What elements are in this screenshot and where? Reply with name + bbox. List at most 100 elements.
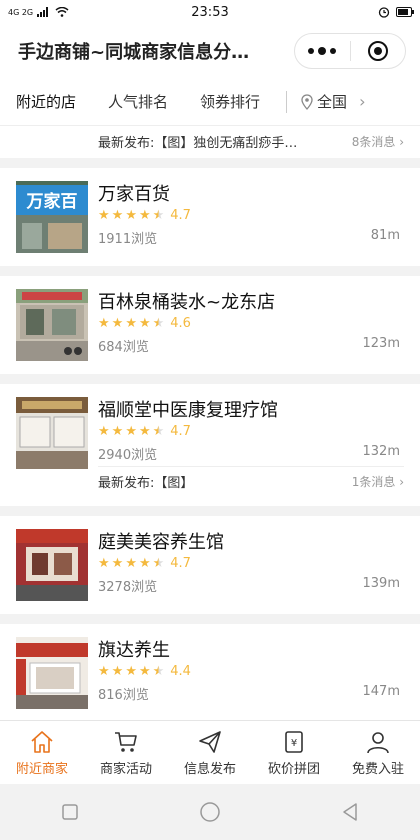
shop-image bbox=[16, 289, 88, 361]
tab-popularity[interactable]: 人气排名 bbox=[92, 91, 184, 112]
view-count: 3278浏览 bbox=[98, 580, 158, 595]
wifi-icon bbox=[55, 7, 69, 17]
distance: 139m bbox=[362, 576, 400, 591]
view-count: 1911浏览 bbox=[98, 232, 158, 247]
nav-group-bargain[interactable]: ¥ 砍价拼团 bbox=[252, 721, 336, 784]
signal-icon bbox=[37, 7, 49, 17]
tab-coupons[interactable]: 领券排行 bbox=[184, 91, 276, 112]
tab-nearby[interactable]: 附近的店 bbox=[0, 91, 92, 112]
back-button[interactable] bbox=[339, 801, 361, 823]
star-icon: ★ bbox=[98, 208, 110, 223]
distance: 132m bbox=[362, 444, 400, 459]
distance: 81m bbox=[370, 228, 400, 243]
nav-label: 附近商家 bbox=[15, 761, 68, 777]
shop-image bbox=[16, 637, 88, 709]
half-star-icon: ★ bbox=[152, 316, 165, 331]
more-dot-icon bbox=[318, 47, 327, 55]
title-bar: 手边商铺~同城商家信息分… bbox=[0, 24, 420, 78]
view-count: 684浏览 bbox=[98, 340, 149, 355]
star-icon: ★ bbox=[98, 556, 110, 571]
home-button[interactable] bbox=[199, 801, 221, 823]
page-title: 手边商铺~同城商家信息分… bbox=[18, 42, 250, 63]
chevron-right-icon[interactable]: › bbox=[359, 92, 365, 111]
star-icon: ★ bbox=[138, 424, 151, 439]
star-icon: ★ bbox=[98, 316, 110, 331]
home-icon bbox=[31, 730, 53, 753]
coupon-icon: ¥ bbox=[285, 730, 303, 753]
rating-value: 4.7 bbox=[170, 208, 191, 223]
shop-card[interactable]: 百林泉桶装水~龙东店 ★ ★ ★ ★ ★ 4.6 684浏览 123m bbox=[0, 276, 420, 374]
filter-tabs: 附近的店 人气排名 领券排行 全国 › bbox=[0, 78, 420, 126]
star-icon: ★ bbox=[125, 556, 137, 571]
star-icon: ★ bbox=[111, 664, 124, 679]
shop-card[interactable]: 庭美美容养生馆 ★ ★ ★ ★ ★ 4.7 3278浏览 139m bbox=[0, 516, 420, 614]
news-row[interactable]: 最新发布:【图】独创无痛刮痧手… 8条消息 › bbox=[98, 126, 404, 156]
rating-stars: ★ ★ ★ ★ ★ 4.7 bbox=[98, 556, 191, 571]
half-star-icon: ★ bbox=[152, 208, 165, 223]
shop-card[interactable]: 旗达养生 ★ ★ ★ ★ ★ 4.4 816浏览 147m bbox=[0, 624, 420, 720]
nav-shop-activities[interactable]: 商家活动 bbox=[84, 721, 168, 784]
star-icon: ★ bbox=[138, 664, 151, 679]
star-icon: ★ bbox=[125, 208, 137, 223]
region-selector[interactable]: 全国 bbox=[301, 91, 347, 112]
chevron-right-icon: › bbox=[399, 475, 404, 489]
star-icon: ★ bbox=[111, 316, 124, 331]
rating-stars: ★ ★ ★ ★ ★ 4.7 bbox=[98, 208, 191, 223]
rating-stars: ★ ★ ★ ★ ★ 4.6 bbox=[98, 316, 191, 331]
chevron-right-icon: › bbox=[399, 134, 404, 149]
distance: 147m bbox=[362, 684, 400, 699]
half-star-icon: ★ bbox=[152, 664, 165, 679]
mini-program-capsule bbox=[294, 33, 406, 69]
shop-name: 万家百货 bbox=[98, 184, 170, 205]
view-count: 816浏览 bbox=[98, 688, 149, 703]
nav-free-join[interactable]: 免费入驻 bbox=[336, 721, 420, 784]
tab-divider bbox=[286, 90, 288, 113]
more-dot-icon bbox=[308, 48, 315, 54]
star-icon: ★ bbox=[125, 664, 137, 679]
shop-card[interactable]: 福顺堂中医康复理疗馆 ★ ★ ★ ★ ★ 4.7 2940浏览 132m 最新发布:【图… bbox=[0, 384, 420, 506]
star-icon: ★ bbox=[111, 208, 124, 223]
more-button[interactable] bbox=[295, 47, 350, 55]
news-label: 最新发布:【图】独创无痛刮痧手… bbox=[98, 135, 298, 151]
shop-card[interactable]: 万家百 万家百货 ★ ★ ★ ★ ★ 4.7 1911浏览 81m bbox=[0, 168, 420, 266]
signal-indicators: 4G 2G bbox=[8, 7, 69, 17]
nav-label: 免费入驻 bbox=[351, 761, 404, 777]
news-row[interactable]: 最新发布:【图】 1条消息 › bbox=[98, 466, 404, 496]
view-count: 2940浏览 bbox=[98, 448, 158, 463]
shop-name: 旗达养生 bbox=[98, 640, 170, 661]
star-icon: ★ bbox=[138, 556, 151, 571]
close-button[interactable] bbox=[351, 41, 406, 61]
shop-image bbox=[16, 397, 88, 469]
star-icon: ★ bbox=[98, 424, 110, 439]
recent-apps-button[interactable] bbox=[59, 801, 81, 823]
distance: 123m bbox=[362, 336, 400, 351]
nav-post-info[interactable]: 信息发布 bbox=[168, 721, 252, 784]
close-circle-icon bbox=[367, 41, 388, 61]
cart-icon bbox=[115, 731, 137, 752]
shop-name: 庭美美容养生馆 bbox=[98, 532, 224, 553]
rating-stars: ★ ★ ★ ★ ★ 4.7 bbox=[98, 424, 191, 439]
more-dot-icon bbox=[330, 48, 337, 54]
user-icon bbox=[367, 731, 389, 753]
rating-value: 4.4 bbox=[170, 664, 191, 679]
square-icon bbox=[62, 804, 78, 820]
news-label: 最新发布:【图】 bbox=[98, 476, 194, 491]
location-pin-icon bbox=[301, 93, 313, 110]
shop-name: 百林泉桶装水~龙东店 bbox=[98, 292, 276, 313]
bottom-tab-bar: 附近商家 商家活动 信息发布 ¥ 砍价拼团 免费入驻 bbox=[0, 720, 420, 784]
star-icon: ★ bbox=[111, 556, 124, 571]
news-count: 8条消息 › bbox=[351, 134, 404, 149]
star-icon: ★ bbox=[125, 424, 137, 439]
rating-value: 4.7 bbox=[170, 424, 191, 439]
nav-label: 信息发布 bbox=[183, 761, 236, 777]
signal-text: 4G 2G bbox=[8, 7, 34, 17]
news-count: 1条消息 › bbox=[351, 475, 404, 489]
star-icon: ★ bbox=[125, 316, 137, 331]
star-icon: ★ bbox=[111, 424, 124, 439]
nav-nearby-shops[interactable]: 附近商家 bbox=[0, 721, 84, 784]
battery-icon bbox=[396, 7, 414, 17]
rating-value: 4.6 bbox=[170, 316, 191, 331]
svg-text:¥: ¥ bbox=[291, 738, 297, 749]
shop-image: 万家百 bbox=[16, 181, 88, 253]
shop-card-partial[interactable]: 最新发布:【图】独创无痛刮痧手… 8条消息 › bbox=[0, 126, 420, 158]
